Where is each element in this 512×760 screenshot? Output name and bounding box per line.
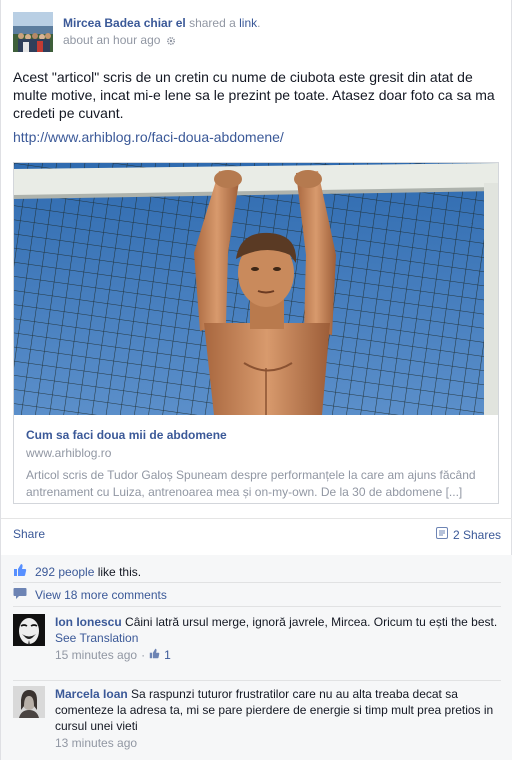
commenter-name[interactable]: Ion Ionescu bbox=[55, 615, 122, 629]
feedback-section: 292 people like this. View 18 more comme… bbox=[1, 555, 512, 760]
meta-dot: · bbox=[141, 648, 146, 662]
comment-like-icon[interactable] bbox=[149, 647, 160, 663]
action-link[interactable]: link bbox=[239, 16, 257, 30]
share-button[interactable]: Share bbox=[13, 527, 45, 541]
comment-bubble-icon bbox=[13, 587, 27, 603]
likes-suffix: like this. bbox=[94, 564, 142, 579]
attachment-text: Cum sa faci doua mii de abdomene www.arh… bbox=[26, 427, 486, 501]
post-actions: Share 2 Shares bbox=[13, 527, 501, 545]
commenter-avatar[interactable] bbox=[13, 686, 45, 718]
ufi-separator bbox=[13, 582, 501, 583]
author-avatar[interactable] bbox=[13, 12, 53, 52]
shares-count-label: 2 Shares bbox=[452, 527, 501, 542]
commenter-avatar[interactable] bbox=[13, 614, 45, 646]
comment-meta: 13 minutes ago bbox=[55, 735, 501, 751]
link-attachment[interactable]: Cum sa faci doua mii de abdomene www.arh… bbox=[13, 162, 499, 504]
view-more-comments[interactable]: View 18 more comments bbox=[13, 587, 167, 603]
post-text: Acest "articol" scris de un cretin cu nu… bbox=[13, 69, 495, 121]
share-list-icon bbox=[435, 527, 448, 542]
comment-like-count[interactable]: 1 bbox=[164, 647, 171, 663]
comment-timestamp[interactable]: 13 minutes ago bbox=[55, 735, 137, 751]
comment-text: Câini latră ursul merge, ignoră javrele,… bbox=[125, 615, 498, 629]
action-suffix: . bbox=[257, 16, 261, 30]
like-thumb-icon bbox=[13, 563, 27, 580]
attachment-domain: www.arhiblog.ro bbox=[26, 446, 112, 460]
author-name[interactable]: Mircea Badea chiar el bbox=[63, 16, 186, 30]
view-more-comments-label: View 18 more comments bbox=[35, 588, 167, 602]
likes-row: 292 people like this. bbox=[13, 563, 141, 580]
comment-body: Ion Ionescu Câini latră ursul merge, ign… bbox=[55, 614, 501, 663]
action-prefix: shared a bbox=[185, 16, 240, 30]
attachment-image[interactable] bbox=[14, 163, 498, 415]
shares-count-link[interactable]: 2 Shares bbox=[435, 527, 501, 542]
see-translation-link[interactable]: See Translation bbox=[55, 630, 501, 646]
post-timestamp[interactable]: about an hour ago bbox=[63, 33, 160, 47]
ufi-separator bbox=[13, 680, 501, 681]
ufi-separator bbox=[13, 606, 501, 607]
comment-timestamp[interactable]: 15 minutes ago bbox=[55, 647, 137, 663]
author-line: Mircea Badea chiar el shared a link. bbox=[63, 16, 260, 30]
likes-count-link[interactable]: 292 people bbox=[35, 565, 94, 579]
commenter-name[interactable]: Marcela Ioan bbox=[55, 687, 128, 701]
actions-divider bbox=[1, 518, 512, 519]
post-url-link[interactable]: http://www.arhiblog.ro/faci-doua-abdomen… bbox=[13, 128, 284, 146]
privacy-gear-icon[interactable] bbox=[166, 35, 176, 46]
post-header: Mircea Badea chiar el shared a link. abo… bbox=[13, 12, 501, 52]
comment-item: Ion Ionescu Câini latră ursul merge, ign… bbox=[13, 614, 501, 678]
post-meta: about an hour ago bbox=[63, 33, 176, 47]
post-card: Mircea Badea chiar el shared a link. abo… bbox=[0, 0, 512, 760]
attachment-description: Articol scris de Tudor Galoș Spuneam des… bbox=[26, 468, 476, 499]
comment-item: Marcela Ioan Sa raspunzi tuturor frustra… bbox=[13, 686, 501, 752]
attachment-title[interactable]: Cum sa faci doua mii de abdomene bbox=[26, 427, 486, 443]
comment-body: Marcela Ioan Sa raspunzi tuturor frustra… bbox=[55, 686, 501, 751]
comment-meta: 15 minutes ago · 1 bbox=[55, 647, 501, 663]
